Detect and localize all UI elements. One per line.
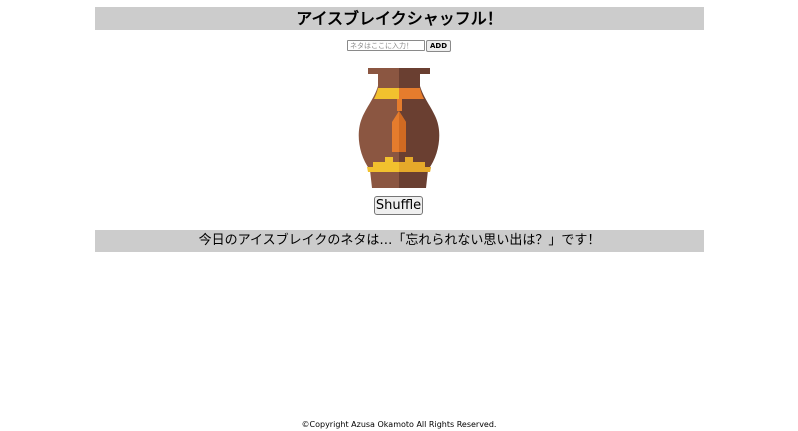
add-topic-form: ADD — [0, 39, 798, 52]
result-text: 今日のアイスブレイクのネタは…「忘れられない思い出は？」です！ — [198, 233, 601, 248]
vase-icon — [358, 68, 440, 188]
topic-input[interactable] — [346, 40, 425, 51]
page-title: アイスブレイクシャッフル！ — [95, 7, 704, 30]
copyright-text: ©Copyright Azusa Okamoto All Rights Rese… — [301, 420, 497, 429]
vase-neck-right — [399, 74, 420, 86]
vase-rim-right — [399, 68, 430, 74]
vase-band-orange — [399, 88, 424, 99]
page-title-text: アイスブレイクシャッフル！ — [296, 9, 503, 28]
vase-band-yellow — [374, 88, 399, 99]
vase-neck-left — [378, 74, 399, 86]
add-button[interactable]: ADD — [425, 39, 452, 52]
shuffle-button[interactable]: Shuffle — [374, 196, 423, 215]
footer: ©Copyright Azusa Okamoto All Rights Rese… — [0, 420, 798, 430]
page: アイスブレイクシャッフル！ ADD Shuffle 今日のアイスブレイクのネタは… — [0, 0, 798, 431]
vase-rim-left — [368, 68, 399, 74]
result-banner: 今日のアイスブレイクのネタは…「忘れられない思い出は？」です！ — [95, 230, 704, 252]
vase-tassel-cord — [397, 99, 402, 111]
